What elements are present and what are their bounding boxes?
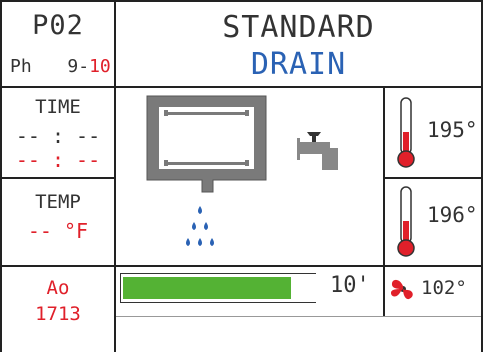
fan-icon (391, 279, 413, 300)
phase-total: 10 (89, 56, 111, 77)
ao-value: 1713 (35, 303, 81, 325)
sensor-bottom-value: 196° (427, 203, 478, 227)
phase-current: 9- (67, 56, 90, 77)
time-elapsed: -- : -- (15, 124, 101, 148)
recipe-name: STANDARD (222, 10, 375, 45)
sensor-top[interactable]: 195° (385, 88, 481, 177)
temp-label: TEMP (35, 191, 81, 213)
phase-prefix: Ph (10, 56, 32, 77)
fan-temp-value: 102° (421, 277, 467, 299)
sensor-top-value: 195° (427, 118, 478, 142)
process-diagram (116, 88, 383, 265)
thermometer-icon (397, 97, 415, 168)
time-panel[interactable]: TIME -- : -- -- : -- (2, 88, 114, 177)
progress-track (120, 273, 316, 303)
thermometer-icon (397, 186, 415, 257)
fan-panel[interactable]: 102° (385, 267, 481, 316)
ao-label: Ao (46, 277, 70, 299)
ao-panel[interactable]: Ao 1713 (2, 267, 114, 352)
temp-value: -- (27, 219, 52, 243)
diagram-svg (146, 95, 338, 246)
divider-footer (115, 316, 483, 317)
temp-unit: °F (64, 219, 89, 243)
drain-drops-icon (186, 206, 214, 246)
step-name: DRAIN (250, 47, 347, 82)
faucet-icon (297, 132, 338, 170)
program-cell[interactable]: P02 Ph 9-10 (2, 2, 114, 86)
chamber-icon (146, 95, 267, 193)
temp-setpoint: -- °F (2, 219, 114, 243)
time-remaining: -- : -- (15, 148, 101, 172)
temp-panel[interactable]: TEMP -- °F (2, 179, 114, 265)
progress-label: 10' (330, 273, 370, 298)
phase-indicator: Ph 9-10 (10, 56, 111, 77)
sensor-bottom[interactable]: 196° (385, 179, 481, 265)
program-code: P02 (32, 10, 84, 41)
progress-fill (123, 277, 291, 299)
progress-row: 10' (116, 267, 383, 316)
header: STANDARD DRAIN (116, 2, 481, 86)
time-label: TIME (35, 96, 81, 118)
